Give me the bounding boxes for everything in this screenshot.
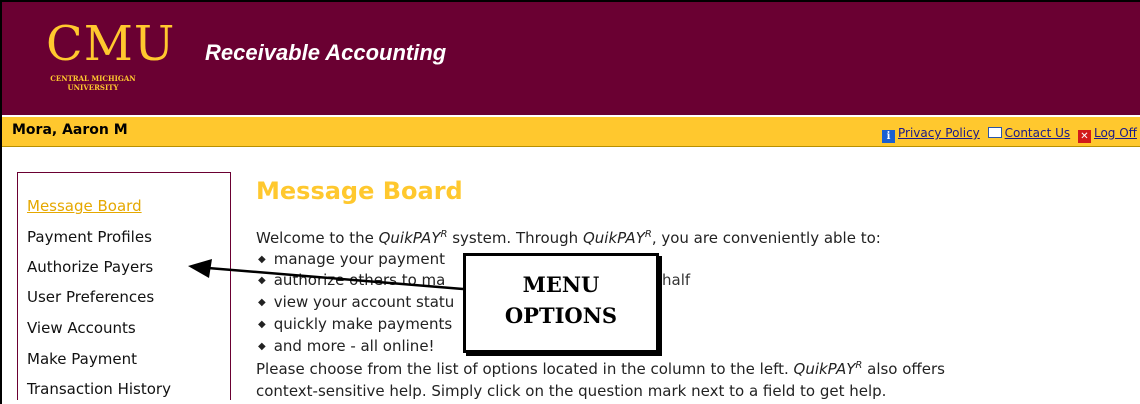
para-suffix: also offers bbox=[862, 360, 945, 378]
help-paragraph: Please choose from the list of options l… bbox=[256, 360, 945, 378]
list-item-tail: half bbox=[662, 271, 691, 289]
intro-middle: system. Through bbox=[447, 229, 583, 247]
info-icon[interactable]: i bbox=[882, 130, 895, 143]
sidebar-item-payment-profiles[interactable]: Payment Profiles bbox=[27, 228, 152, 246]
header-bar: CMU CENTRAL MICHIGAN UNIVERSITY Receivab… bbox=[2, 2, 1140, 115]
callout-line1: MENU bbox=[522, 272, 600, 297]
intro-text: Welcome to the QuikPAYR system. Through … bbox=[256, 229, 881, 247]
sidebar-item-message-board[interactable]: Message Board bbox=[27, 197, 142, 215]
para-prefix: Please choose from the list of options l… bbox=[256, 360, 794, 378]
page-title: Message Board bbox=[256, 177, 463, 205]
sidebar-item-make-payment[interactable]: Make Payment bbox=[27, 350, 137, 368]
privacy-policy-link[interactable]: Privacy Policy bbox=[898, 126, 980, 140]
brand-name: QuikPAY bbox=[582, 229, 645, 247]
list-item: authorize others to ma bbox=[258, 271, 446, 289]
sidebar-item-transaction-history[interactable]: Transaction History bbox=[27, 380, 171, 398]
logo-subtext: CENTRAL MICHIGAN UNIVERSITY bbox=[48, 74, 138, 92]
intro-suffix: , you are conveniently able to: bbox=[651, 229, 881, 247]
cmu-logo[interactable]: CMU CENTRAL MICHIGAN UNIVERSITY bbox=[46, 20, 186, 110]
brand-name: QuikPAY bbox=[793, 360, 856, 378]
user-bar: Mora, Aaron M i Privacy Policy Contact Us… bbox=[2, 117, 1140, 147]
menu-options-callout: MENU OPTIONS bbox=[463, 253, 659, 353]
help-paragraph-line2: context-sensitive help. Simply click on … bbox=[256, 382, 887, 400]
contact-us-link[interactable]: Contact Us bbox=[1005, 126, 1071, 140]
sidebar-menu: Message Board Payment Profiles Authorize… bbox=[17, 172, 231, 400]
top-links: i Privacy Policy Contact Us ✕ Log Off bbox=[882, 126, 1140, 144]
mail-icon[interactable] bbox=[987, 127, 1002, 138]
close-icon[interactable]: ✕ bbox=[1077, 130, 1091, 143]
intro-prefix: Welcome to the bbox=[256, 229, 379, 247]
brand-sup: R bbox=[644, 229, 652, 240]
log-off-link[interactable]: Log Off bbox=[1094, 126, 1137, 140]
sidebar-item-authorize-payers[interactable]: Authorize Payers bbox=[27, 258, 153, 276]
logo-subtext-line1: CENTRAL MICHIGAN bbox=[50, 74, 136, 83]
brand-name: QuikPAY bbox=[378, 229, 441, 247]
list-item: quickly make payments bbox=[258, 315, 453, 333]
logo-subtext-line2: UNIVERSITY bbox=[67, 83, 119, 92]
callout-line2: OPTIONS bbox=[504, 303, 618, 328]
app-title: Receivable Accounting bbox=[205, 40, 447, 65]
list-item: and more - all online! bbox=[258, 337, 435, 355]
sidebar-item-view-accounts[interactable]: View Accounts bbox=[27, 319, 136, 337]
user-name: Mora, Aaron M bbox=[12, 122, 128, 138]
sidebar-item-user-preferences[interactable]: User Preferences bbox=[27, 288, 154, 306]
logo-text: CMU bbox=[46, 16, 176, 72]
list-item: manage your payment bbox=[258, 250, 445, 268]
list-item: view your account statu bbox=[258, 293, 455, 311]
